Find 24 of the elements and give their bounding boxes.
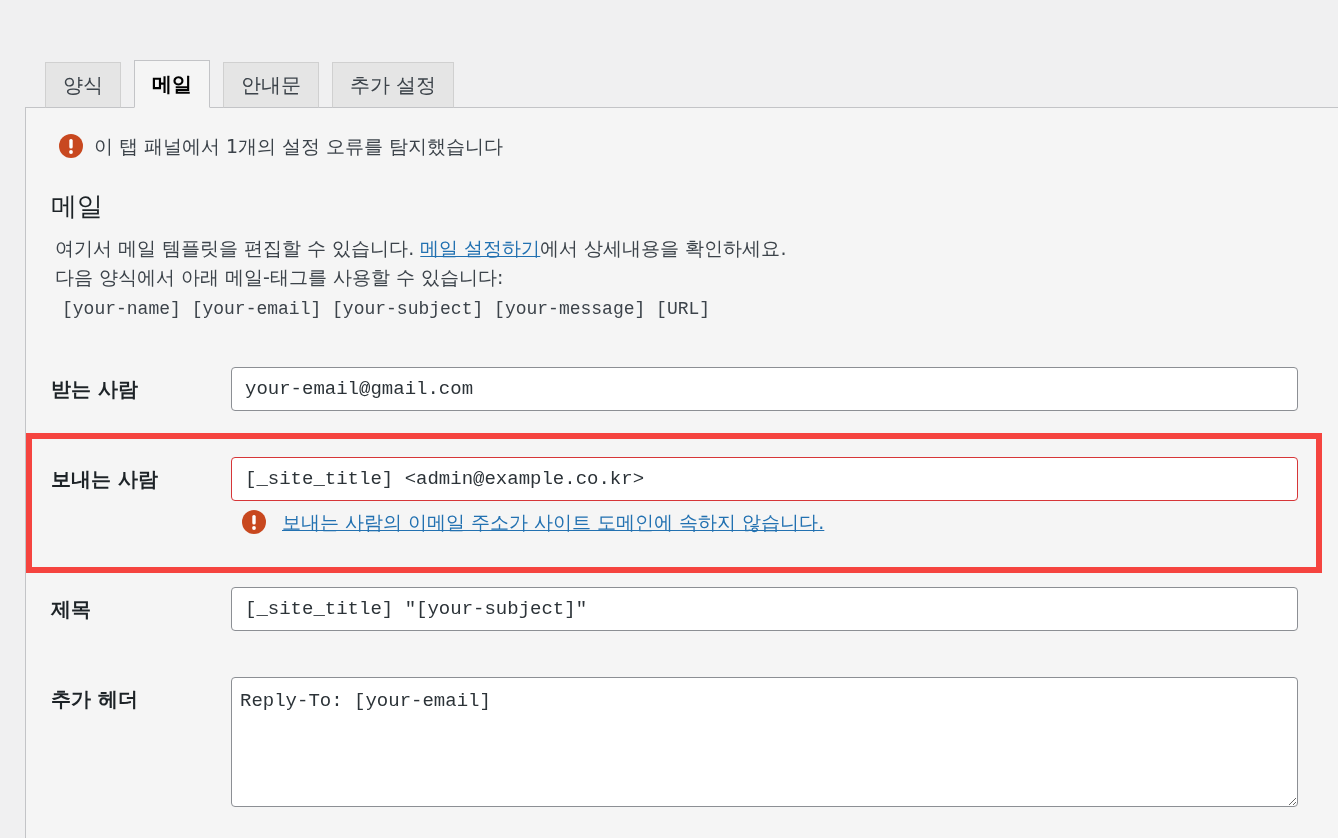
text-input-field[interactable]: [_site_title] <admin@example.co.kr>: [231, 457, 1298, 501]
mail-tag: [your-name]: [62, 294, 181, 324]
field-label: 추가 헤더: [51, 686, 139, 712]
settings-link[interactable]: 메일 설정하기: [420, 237, 541, 259]
error-link[interactable]: 보내는 사람의 이메일 주소가 사이트 도메인에 속하지 않습니다.: [282, 509, 825, 535]
notice-text: 이 탭 패널에서 1개의 설정 오류를 탐지했습니다: [94, 134, 504, 158]
mail-tag: [your-email]: [191, 294, 322, 324]
text-input-field[interactable]: [_site_title] "[your-subject]": [231, 587, 1298, 631]
tab[interactable]: 양식: [45, 62, 121, 108]
field-label: 받는 사람: [51, 376, 139, 402]
description-text: 여기서 메일 템플릿을 편집할 수 있습니다. 메일 설정하기 에서 상세내용을 확인하세요.: [55, 236, 787, 261]
alert-icon: [242, 510, 266, 534]
mail-tag: [URL]: [656, 294, 711, 324]
tab[interactable]: 추가 설정: [332, 62, 455, 108]
mail-tag: [your-subject]: [332, 294, 484, 324]
mail-tag: [your-message]: [494, 294, 646, 324]
textarea-field[interactable]: Reply-To: [your-email]: [231, 677, 1298, 807]
section-title: 메일: [51, 190, 103, 222]
field-label: 보내는 사람: [51, 466, 159, 492]
field-label: 제목: [51, 596, 92, 622]
text-input-field[interactable]: your-email@gmail.com: [231, 367, 1298, 411]
hint-text: 다음 양식에서 아래 메일-태그를 사용할 수 있습니다:: [55, 265, 504, 290]
tab[interactable]: 메일: [134, 60, 210, 108]
tab[interactable]: 안내문: [223, 62, 319, 108]
